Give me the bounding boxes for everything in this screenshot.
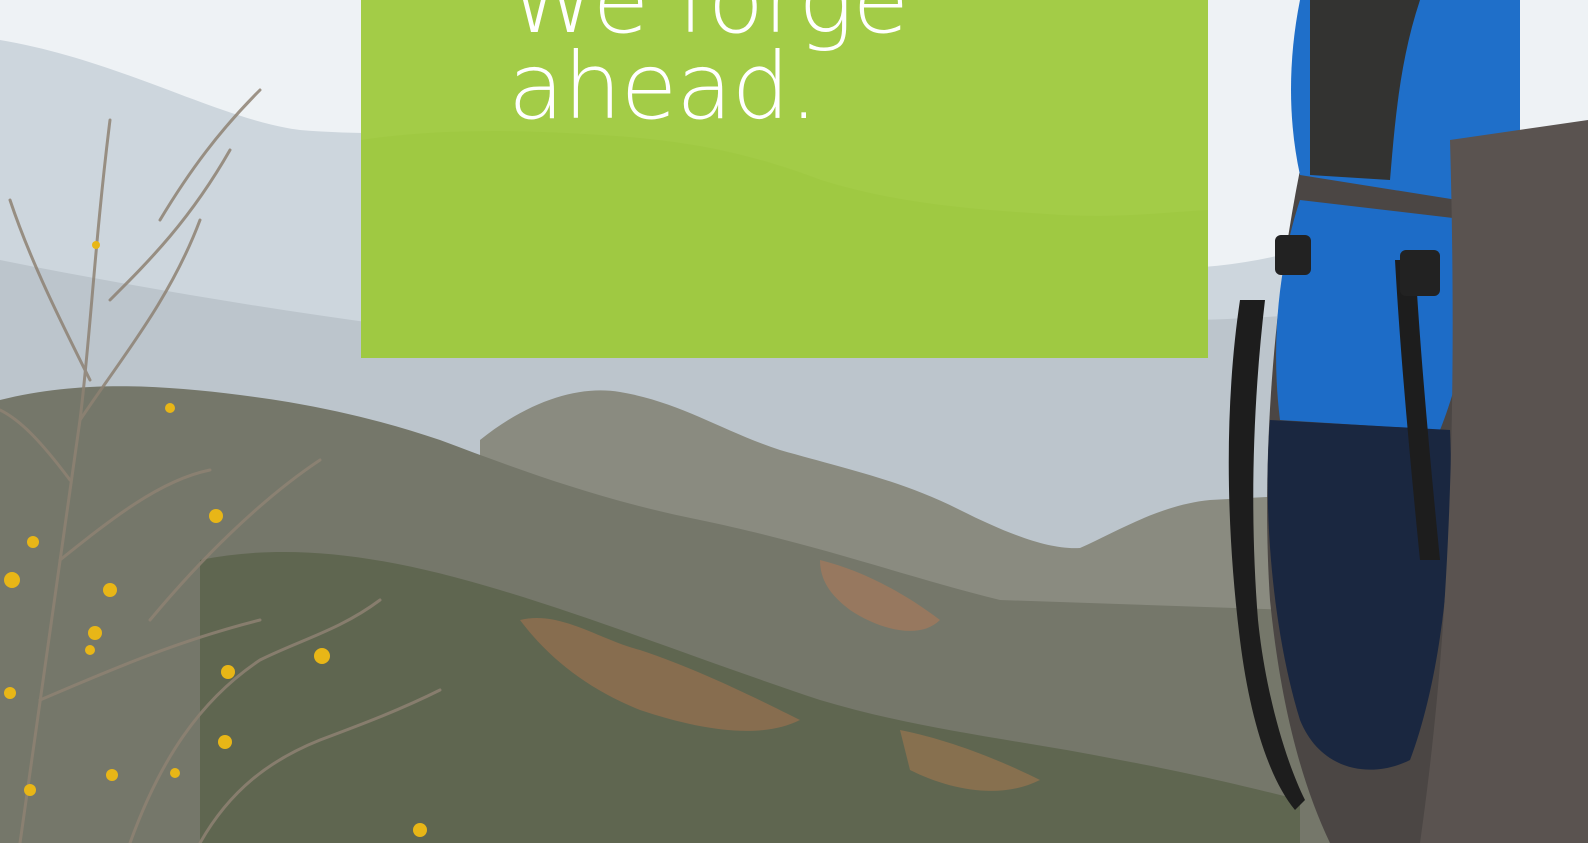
- hero-banner: We forge ahead.: [0, 0, 1588, 843]
- backpack-side-blue: [1276, 200, 1473, 430]
- headline: We forge ahead.: [508, 0, 909, 140]
- backpack-buckle: [1275, 235, 1311, 275]
- backpack-buckle-2: [1400, 250, 1440, 296]
- promo-panel: We forge ahead.: [361, 0, 1208, 358]
- headline-line-2: ahead.: [508, 33, 818, 140]
